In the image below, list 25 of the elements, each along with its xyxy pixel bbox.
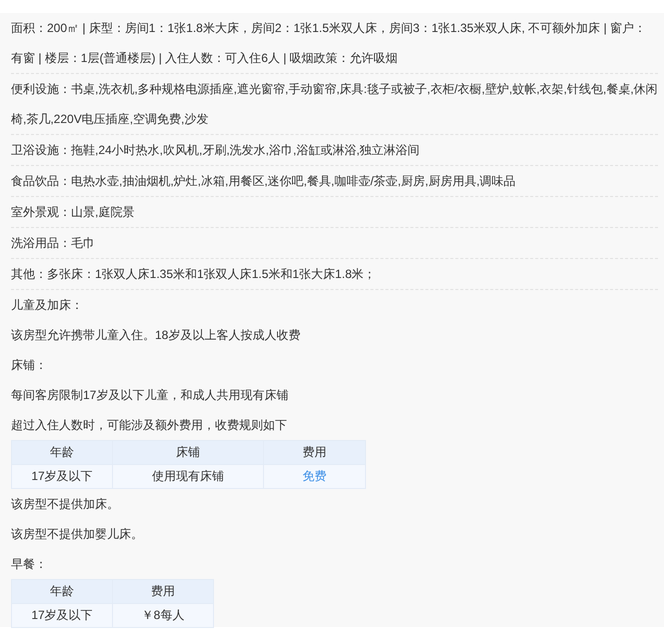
policy-text: 儿童及加床： bbox=[11, 297, 84, 314]
column-header: 年龄 bbox=[12, 440, 112, 464]
column-header: 费用 bbox=[112, 580, 214, 604]
table-cell: 使用现有床铺 bbox=[112, 464, 264, 488]
column-header: 费用 bbox=[264, 440, 366, 464]
detail-text: 洗浴用品：毛巾 bbox=[11, 228, 658, 259]
table-cell: ￥8每人 bbox=[112, 604, 214, 628]
detail-text: 其他：多张床：1张双人床1.35米和1张双人床1.5米和1张大床1.8米； bbox=[11, 259, 658, 290]
policy-text: 早餐： bbox=[11, 556, 48, 573]
policy-text: 该房型不提供加床。 bbox=[11, 496, 120, 513]
table-cell: 17岁及以下 bbox=[12, 464, 112, 488]
table-cell: 17岁及以下 bbox=[12, 604, 112, 628]
detail-text: 卫浴设施：拖鞋,24小时热水,吹风机,牙刷,洗发水,浴巾,浴缸或淋浴,独立淋浴间 bbox=[11, 135, 658, 166]
table-cell: 免费 bbox=[264, 464, 366, 488]
policy-text: 该房型允许携带儿童入住。18岁及以上客人按成人收费 bbox=[11, 327, 302, 344]
policy-text: 每间客房限制17岁及以下儿童，和成人共用现有床铺 bbox=[11, 387, 290, 404]
column-header: 床铺 bbox=[112, 440, 264, 464]
policy-text: 床铺： bbox=[11, 357, 48, 374]
column-header: 年龄 bbox=[12, 580, 112, 604]
detail-text: 室外景观：山景,庭院景 bbox=[11, 197, 658, 228]
detail-text: 食品饮品：电热水壶,抽油烟机,炉灶,冰箱,用餐区,迷你吧,餐具,咖啡壶/茶壶,厨房,厨房用具,调味品 bbox=[11, 166, 658, 197]
detail-text: 便利设施：书桌,洗衣机,多种规格电源插座,遮光窗帘,手动窗帘,床具:毯子或被子,衣柜/衣橱,壁炉,蚊帐,衣架,针线包,餐桌,休闲椅,茶几,220V电压插座,空调免费,沙发 bbox=[11, 74, 658, 135]
detail-text: 面积：200㎡ | 床型：房间1：1张1.8米大床，房间2：1张1.5米双人床，房间3：1张1.35米双人床, 不可额外加床 | 窗户：有窗 | 楼层：1层(普通楼层) | 入住人数：可入住6人 | 吸烟政策：允许吸烟 bbox=[11, 13, 658, 74]
policy-text: 该房型不提供加婴儿床。 bbox=[11, 526, 144, 543]
policy-text: 超过入住人数时，可能涉及额外费用，收费规则如下 bbox=[11, 417, 288, 434]
